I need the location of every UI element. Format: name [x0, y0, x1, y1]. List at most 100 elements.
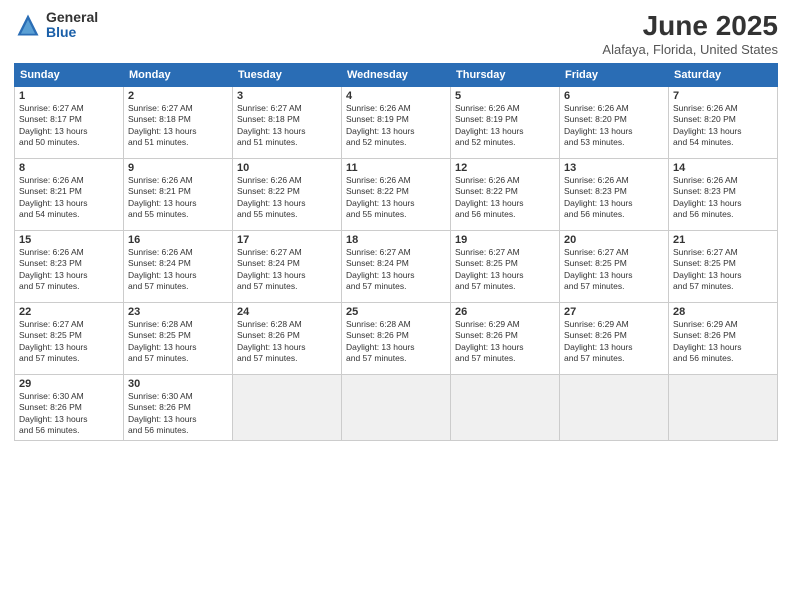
day-number: 13 — [564, 162, 664, 174]
table-row — [669, 375, 778, 441]
table-row: 23Sunrise: 6:28 AM Sunset: 8:25 PM Dayli… — [124, 303, 233, 375]
table-row: 3Sunrise: 6:27 AM Sunset: 8:18 PM Daylig… — [233, 87, 342, 159]
table-row: 21Sunrise: 6:27 AM Sunset: 8:25 PM Dayli… — [669, 231, 778, 303]
day-info: Sunrise: 6:30 AM Sunset: 8:26 PM Dayligh… — [19, 391, 119, 437]
calendar-row: 15Sunrise: 6:26 AM Sunset: 8:23 PM Dayli… — [15, 231, 778, 303]
table-row: 7Sunrise: 6:26 AM Sunset: 8:20 PM Daylig… — [669, 87, 778, 159]
day-info: Sunrise: 6:26 AM Sunset: 8:23 PM Dayligh… — [673, 175, 773, 221]
day-info: Sunrise: 6:27 AM Sunset: 8:17 PM Dayligh… — [19, 103, 119, 149]
calendar-subtitle: Alafaya, Florida, United States — [602, 42, 778, 57]
day-info: Sunrise: 6:27 AM Sunset: 8:24 PM Dayligh… — [237, 247, 337, 293]
table-row: 6Sunrise: 6:26 AM Sunset: 8:20 PM Daylig… — [560, 87, 669, 159]
day-number: 17 — [237, 234, 337, 246]
day-number: 21 — [673, 234, 773, 246]
day-info: Sunrise: 6:26 AM Sunset: 8:22 PM Dayligh… — [455, 175, 555, 221]
calendar-row: 8Sunrise: 6:26 AM Sunset: 8:21 PM Daylig… — [15, 159, 778, 231]
table-row: 29Sunrise: 6:30 AM Sunset: 8:26 PM Dayli… — [15, 375, 124, 441]
header: General Blue June 2025 Alafaya, Florida,… — [14, 10, 778, 57]
weekday-header-row: Sunday Monday Tuesday Wednesday Thursday… — [15, 64, 778, 87]
table-row: 2Sunrise: 6:27 AM Sunset: 8:18 PM Daylig… — [124, 87, 233, 159]
day-number: 6 — [564, 90, 664, 102]
day-info: Sunrise: 6:26 AM Sunset: 8:20 PM Dayligh… — [673, 103, 773, 149]
day-number: 10 — [237, 162, 337, 174]
col-tuesday: Tuesday — [233, 64, 342, 87]
table-row: 1Sunrise: 6:27 AM Sunset: 8:17 PM Daylig… — [15, 87, 124, 159]
table-row: 4Sunrise: 6:26 AM Sunset: 8:19 PM Daylig… — [342, 87, 451, 159]
title-block: June 2025 Alafaya, Florida, United State… — [602, 10, 778, 57]
table-row — [342, 375, 451, 441]
table-row: 17Sunrise: 6:27 AM Sunset: 8:24 PM Dayli… — [233, 231, 342, 303]
table-row: 16Sunrise: 6:26 AM Sunset: 8:24 PM Dayli… — [124, 231, 233, 303]
day-number: 18 — [346, 234, 446, 246]
day-info: Sunrise: 6:27 AM Sunset: 8:25 PM Dayligh… — [673, 247, 773, 293]
day-number: 19 — [455, 234, 555, 246]
day-number: 15 — [19, 234, 119, 246]
table-row: 13Sunrise: 6:26 AM Sunset: 8:23 PM Dayli… — [560, 159, 669, 231]
day-info: Sunrise: 6:28 AM Sunset: 8:25 PM Dayligh… — [128, 319, 228, 365]
day-number: 29 — [19, 378, 119, 390]
day-info: Sunrise: 6:27 AM Sunset: 8:25 PM Dayligh… — [19, 319, 119, 365]
day-number: 28 — [673, 306, 773, 318]
day-info: Sunrise: 6:27 AM Sunset: 8:25 PM Dayligh… — [564, 247, 664, 293]
table-row: 22Sunrise: 6:27 AM Sunset: 8:25 PM Dayli… — [15, 303, 124, 375]
table-row — [233, 375, 342, 441]
day-number: 5 — [455, 90, 555, 102]
day-info: Sunrise: 6:29 AM Sunset: 8:26 PM Dayligh… — [564, 319, 664, 365]
table-row — [560, 375, 669, 441]
logo-general: General — [46, 10, 98, 25]
col-sunday: Sunday — [15, 64, 124, 87]
day-info: Sunrise: 6:28 AM Sunset: 8:26 PM Dayligh… — [346, 319, 446, 365]
day-number: 20 — [564, 234, 664, 246]
table-row: 18Sunrise: 6:27 AM Sunset: 8:24 PM Dayli… — [342, 231, 451, 303]
day-number: 3 — [237, 90, 337, 102]
day-number: 14 — [673, 162, 773, 174]
logo-text: General Blue — [46, 10, 98, 41]
day-info: Sunrise: 6:26 AM Sunset: 8:20 PM Dayligh… — [564, 103, 664, 149]
day-info: Sunrise: 6:26 AM Sunset: 8:23 PM Dayligh… — [19, 247, 119, 293]
day-number: 30 — [128, 378, 228, 390]
table-row: 27Sunrise: 6:29 AM Sunset: 8:26 PM Dayli… — [560, 303, 669, 375]
day-number: 1 — [19, 90, 119, 102]
logo-icon — [14, 11, 42, 39]
calendar-row: 29Sunrise: 6:30 AM Sunset: 8:26 PM Dayli… — [15, 375, 778, 441]
calendar-page: General Blue June 2025 Alafaya, Florida,… — [0, 0, 792, 612]
day-info: Sunrise: 6:29 AM Sunset: 8:26 PM Dayligh… — [455, 319, 555, 365]
table-row: 8Sunrise: 6:26 AM Sunset: 8:21 PM Daylig… — [15, 159, 124, 231]
table-row: 28Sunrise: 6:29 AM Sunset: 8:26 PM Dayli… — [669, 303, 778, 375]
logo: General Blue — [14, 10, 98, 41]
day-number: 25 — [346, 306, 446, 318]
table-row: 15Sunrise: 6:26 AM Sunset: 8:23 PM Dayli… — [15, 231, 124, 303]
day-number: 23 — [128, 306, 228, 318]
day-number: 9 — [128, 162, 228, 174]
day-number: 27 — [564, 306, 664, 318]
table-row: 26Sunrise: 6:29 AM Sunset: 8:26 PM Dayli… — [451, 303, 560, 375]
day-info: Sunrise: 6:27 AM Sunset: 8:18 PM Dayligh… — [128, 103, 228, 149]
day-info: Sunrise: 6:28 AM Sunset: 8:26 PM Dayligh… — [237, 319, 337, 365]
day-info: Sunrise: 6:30 AM Sunset: 8:26 PM Dayligh… — [128, 391, 228, 437]
col-friday: Friday — [560, 64, 669, 87]
calendar-body: 1Sunrise: 6:27 AM Sunset: 8:17 PM Daylig… — [15, 87, 778, 441]
table-row: 10Sunrise: 6:26 AM Sunset: 8:22 PM Dayli… — [233, 159, 342, 231]
day-info: Sunrise: 6:26 AM Sunset: 8:22 PM Dayligh… — [346, 175, 446, 221]
day-number: 2 — [128, 90, 228, 102]
calendar-row: 1Sunrise: 6:27 AM Sunset: 8:17 PM Daylig… — [15, 87, 778, 159]
calendar-title: June 2025 — [602, 10, 778, 42]
col-thursday: Thursday — [451, 64, 560, 87]
table-row: 9Sunrise: 6:26 AM Sunset: 8:21 PM Daylig… — [124, 159, 233, 231]
day-number: 8 — [19, 162, 119, 174]
logo-blue: Blue — [46, 25, 98, 40]
table-row — [451, 375, 560, 441]
day-number: 7 — [673, 90, 773, 102]
calendar-row: 22Sunrise: 6:27 AM Sunset: 8:25 PM Dayli… — [15, 303, 778, 375]
day-info: Sunrise: 6:29 AM Sunset: 8:26 PM Dayligh… — [673, 319, 773, 365]
table-row: 5Sunrise: 6:26 AM Sunset: 8:19 PM Daylig… — [451, 87, 560, 159]
day-number: 24 — [237, 306, 337, 318]
day-number: 16 — [128, 234, 228, 246]
day-info: Sunrise: 6:26 AM Sunset: 8:22 PM Dayligh… — [237, 175, 337, 221]
day-info: Sunrise: 6:27 AM Sunset: 8:25 PM Dayligh… — [455, 247, 555, 293]
col-monday: Monday — [124, 64, 233, 87]
day-info: Sunrise: 6:27 AM Sunset: 8:24 PM Dayligh… — [346, 247, 446, 293]
col-wednesday: Wednesday — [342, 64, 451, 87]
day-info: Sunrise: 6:27 AM Sunset: 8:18 PM Dayligh… — [237, 103, 337, 149]
day-number: 4 — [346, 90, 446, 102]
